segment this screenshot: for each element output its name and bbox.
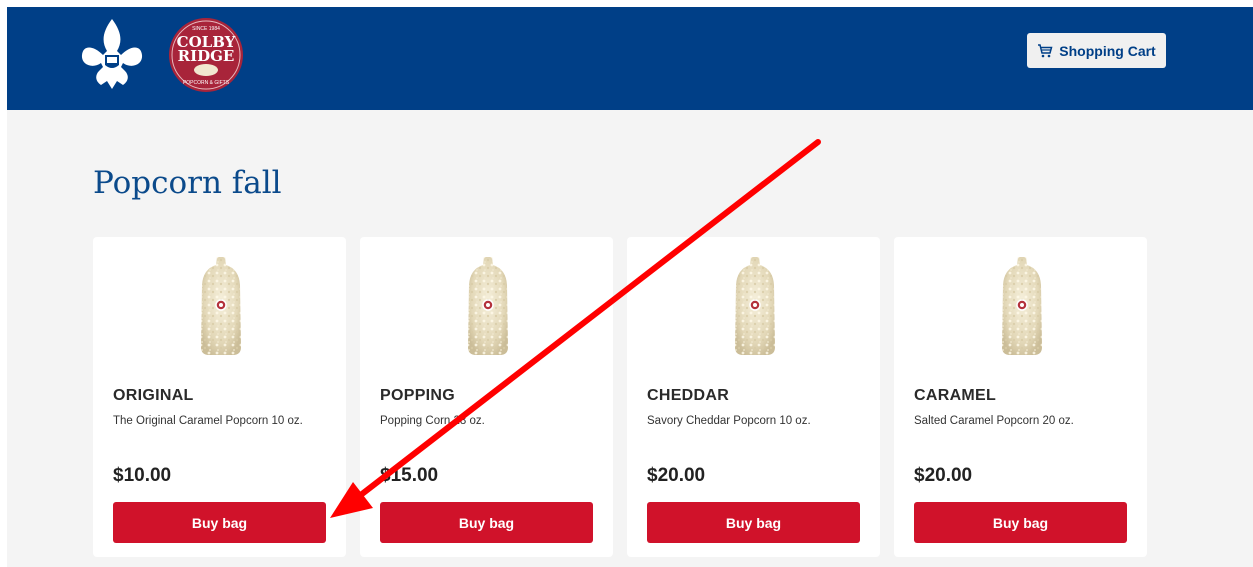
popcorn-bag-image[interactable] [733, 255, 777, 357]
buy-bag-button-cheddar[interactable]: Buy bag [647, 502, 860, 543]
product-name: ORIGINAL [113, 387, 194, 404]
buy-bag-button-caramel[interactable]: Buy bag [914, 502, 1127, 543]
svg-text:RIDGE: RIDGE [178, 47, 235, 65]
buy-bag-button-original[interactable]: Buy bag [113, 502, 326, 543]
popcorn-bag-image[interactable] [466, 255, 510, 357]
colby-ridge-logo-icon[interactable]: SINCE 1984 COLBY RIDGE POPCORN & GIFTS [168, 17, 244, 93]
product-description: Salted Caramel Popcorn 20 oz. [914, 415, 1074, 427]
product-name: POPPING [380, 387, 456, 404]
shopping-cart-icon [1038, 43, 1053, 57]
product-price: $20.00 [647, 465, 706, 486]
shopping-cart-button[interactable]: Shopping Cart [1027, 33, 1166, 68]
popcorn-bag-image[interactable] [1000, 255, 1044, 357]
svg-text:POPCORN & GIFTS: POPCORN & GIFTS [183, 80, 230, 86]
page-title: Popcorn fall [93, 165, 282, 201]
site-header: SINCE 1984 COLBY RIDGE POPCORN & GIFTS S… [7, 7, 1253, 110]
product-card-original: ORIGINAL The Original Caramel Popcorn 10… [93, 237, 346, 557]
product-price: $15.00 [380, 465, 439, 486]
buy-bag-button-popping[interactable]: Buy bag [380, 502, 593, 543]
product-name: CHEDDAR [647, 387, 730, 404]
product-name: CARAMEL [914, 387, 997, 404]
product-description: Savory Cheddar Popcorn 10 oz. [647, 415, 811, 427]
product-card-cheddar: CHEDDAR Savory Cheddar Popcorn 10 oz. $2… [627, 237, 880, 557]
product-description: Popping Corn 28 oz. [380, 415, 485, 427]
svg-text:SINCE 1984: SINCE 1984 [192, 26, 220, 32]
shopping-cart-label: Shopping Cart [1059, 42, 1156, 59]
page-frame: SINCE 1984 COLBY RIDGE POPCORN & GIFTS S… [7, 7, 1253, 567]
product-price: $20.00 [914, 465, 973, 486]
product-price: $10.00 [113, 465, 172, 486]
product-card-caramel: CARAMEL Salted Caramel Popcorn 20 oz. $2… [894, 237, 1147, 557]
popcorn-bag-image[interactable] [199, 255, 243, 357]
fleur-de-lis-logo-icon[interactable] [79, 15, 145, 91]
product-description: The Original Caramel Popcorn 10 oz. [113, 415, 303, 427]
product-card-popping: POPPING Popping Corn 28 oz. $15.00 Buy b… [360, 237, 613, 557]
